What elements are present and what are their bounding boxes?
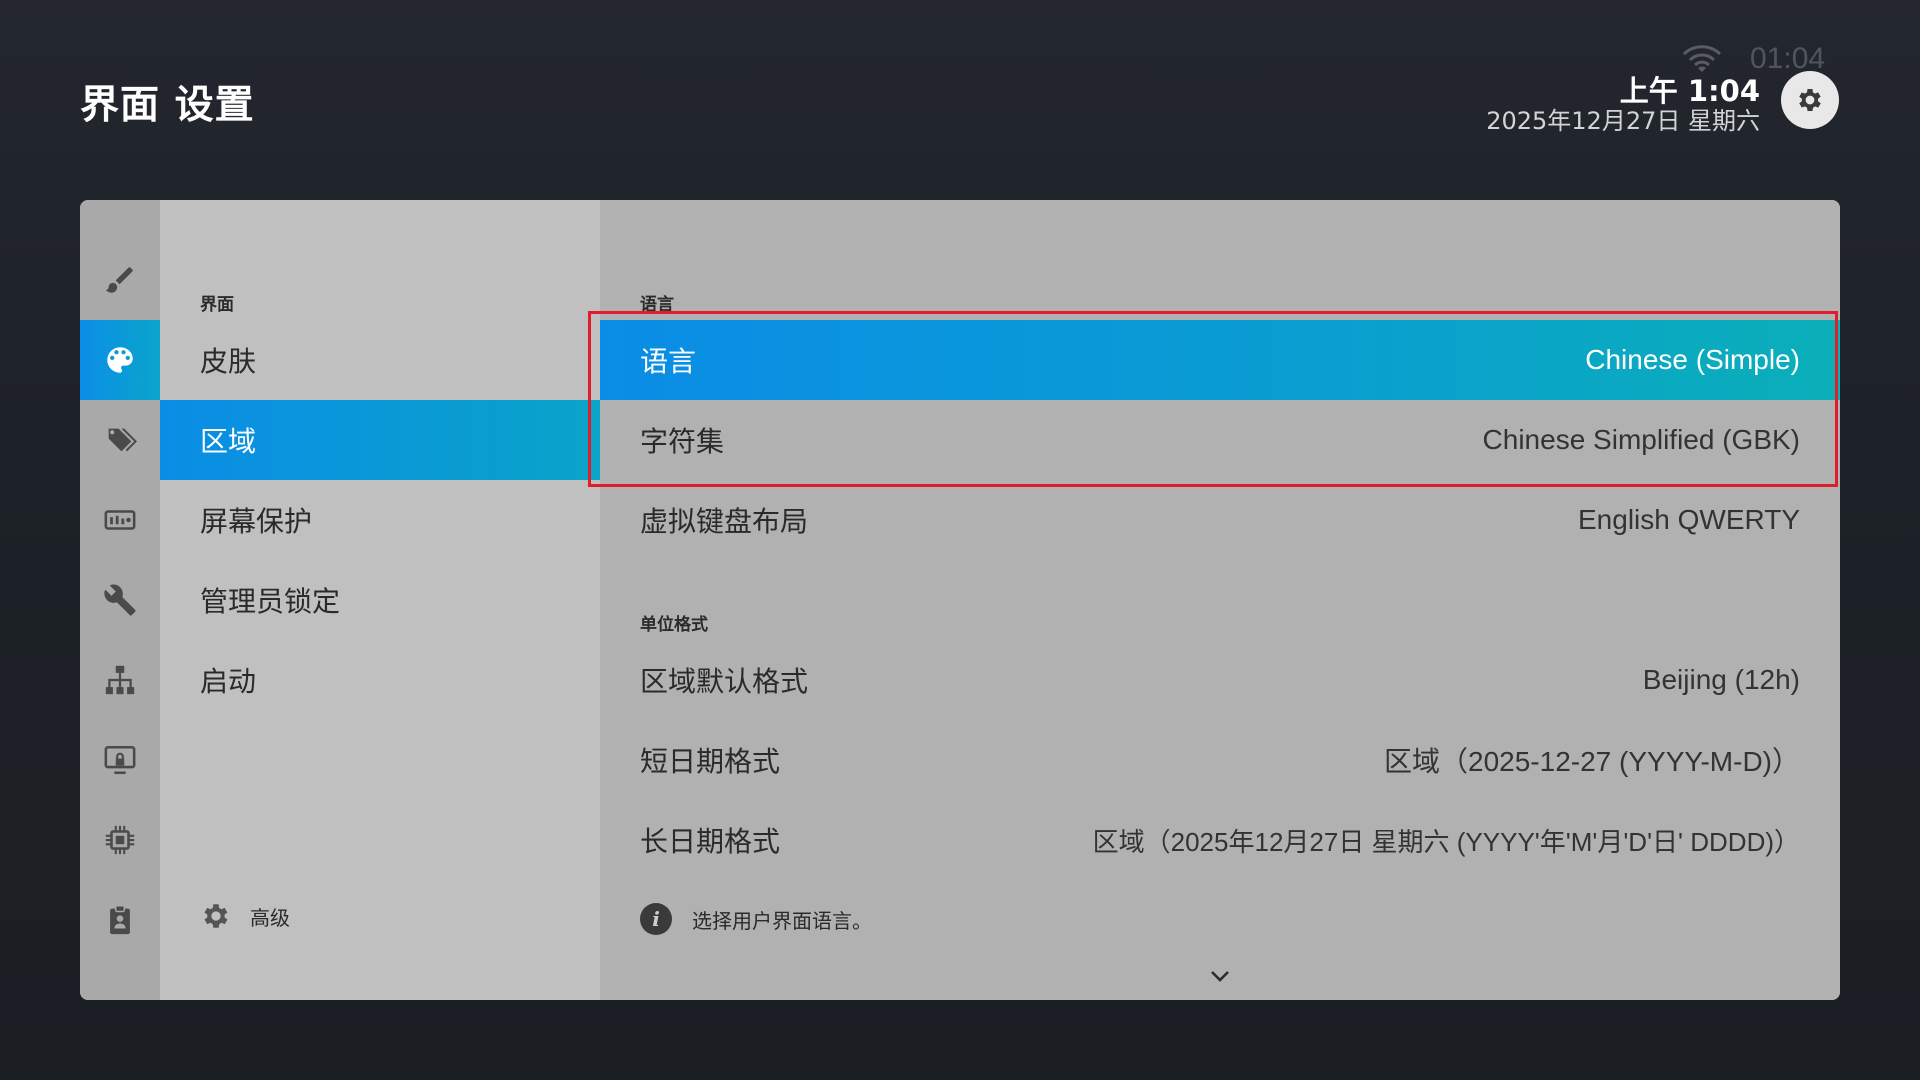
category-rail <box>80 200 160 1000</box>
rail-item-tags[interactable] <box>80 400 160 480</box>
tags-icon <box>107 428 137 452</box>
setting-label: 长日期格式 <box>640 825 781 858</box>
subnav-item-region[interactable]: 区域 <box>160 400 600 480</box>
setting-row-language[interactable]: 语言 Chinese (Simple) <box>600 320 1840 400</box>
page-title: 界面 设置 <box>80 83 255 128</box>
setting-row-keyboard-layout[interactable]: 虚拟键盘布局 English QWERTY <box>600 480 1840 560</box>
info-icon: i <box>640 903 672 935</box>
rail-item-screen-lock[interactable] <box>80 720 160 800</box>
rail-item-chip[interactable] <box>80 800 160 880</box>
screen-lock-icon <box>104 745 136 775</box>
clock-date: 2025年12月27日 星期六 <box>1486 107 1760 135</box>
setting-value: Beijing (12h) <box>1642 664 1800 695</box>
subnav-panel: 界面 皮肤 区域 屏幕保护 管理员锁定 启动 高级 <box>160 200 600 1000</box>
brush-icon <box>105 267 133 293</box>
setting-label: 字符集 <box>640 425 725 458</box>
info-hint: i 选择用户界面语言。 <box>640 903 872 935</box>
setting-value: 区域（2025-12-27 (YYYY-M-D)） <box>1384 746 1800 777</box>
setting-value: 区域（2025年12月27日 星期六 (YYYY'年'M'月'D'日' DDDD… <box>1092 826 1800 857</box>
setting-label: 虚拟键盘布局 <box>640 505 809 538</box>
setting-label: 语言 <box>640 345 697 378</box>
wrench-icon <box>104 584 136 616</box>
rail-item-badge[interactable] <box>80 880 160 960</box>
rail-item-wrench[interactable] <box>80 560 160 640</box>
gear-icon <box>204 904 228 928</box>
subnav-item-screensaver[interactable]: 屏幕保护 <box>160 480 600 560</box>
advanced-button[interactable]: 高级 <box>200 900 290 932</box>
setting-row-charset[interactable]: 字符集 Chinese Simplified (GBK) <box>600 400 1840 480</box>
section-label-unit-format: 单位格式 <box>640 615 708 635</box>
setting-value: Chinese (Simple) <box>1585 344 1800 375</box>
palette-icon <box>107 347 133 373</box>
setting-value: Chinese Simplified (GBK) <box>1482 424 1800 455</box>
badge-icon <box>110 905 130 935</box>
subnav-item-admin-lock[interactable]: 管理员锁定 <box>160 560 600 640</box>
advanced-label: 高级 <box>250 905 290 930</box>
rail-item-display[interactable] <box>80 480 160 560</box>
setting-row-long-date-format[interactable]: 长日期格式 区域（2025年12月27日 星期六 (YYYY'年'M'月'D'日… <box>600 800 1840 880</box>
gear-icon <box>1799 89 1821 111</box>
rail-item-brush[interactable] <box>80 240 160 320</box>
rail-item-palette[interactable] <box>80 320 160 400</box>
setting-row-short-date-format[interactable]: 短日期格式 区域（2025-12-27 (YYYY-M-D)） <box>600 720 1840 800</box>
section-label-language: 语言 <box>640 295 674 315</box>
subnav-item-startup[interactable]: 启动 <box>160 640 600 720</box>
content-panel: 语言 语言 Chinese (Simple) 字符集 Chinese Simpl… <box>600 200 1840 1000</box>
setting-label: 区域默认格式 <box>640 665 809 698</box>
rail-item-network[interactable] <box>80 640 160 720</box>
subnav-section-label: 界面 <box>200 295 234 315</box>
setting-row-region-default-format[interactable]: 区域默认格式 Beijing (12h) <box>600 640 1840 720</box>
network-icon <box>105 665 135 695</box>
chevron-down-icon[interactable] <box>1208 968 1232 984</box>
chip-icon <box>105 825 135 855</box>
subnav-item-skin[interactable]: 皮肤 <box>160 320 600 400</box>
settings-panel: 界面 皮肤 区域 屏幕保护 管理员锁定 启动 高级 语言 语言 Chinese … <box>80 200 1840 1000</box>
setting-value: English QWERTY <box>1578 504 1800 535</box>
settings-button[interactable] <box>1781 71 1839 129</box>
display-settings-icon <box>104 510 136 530</box>
setting-label: 短日期格式 <box>640 745 781 778</box>
info-text: 选择用户界面语言。 <box>692 908 872 933</box>
